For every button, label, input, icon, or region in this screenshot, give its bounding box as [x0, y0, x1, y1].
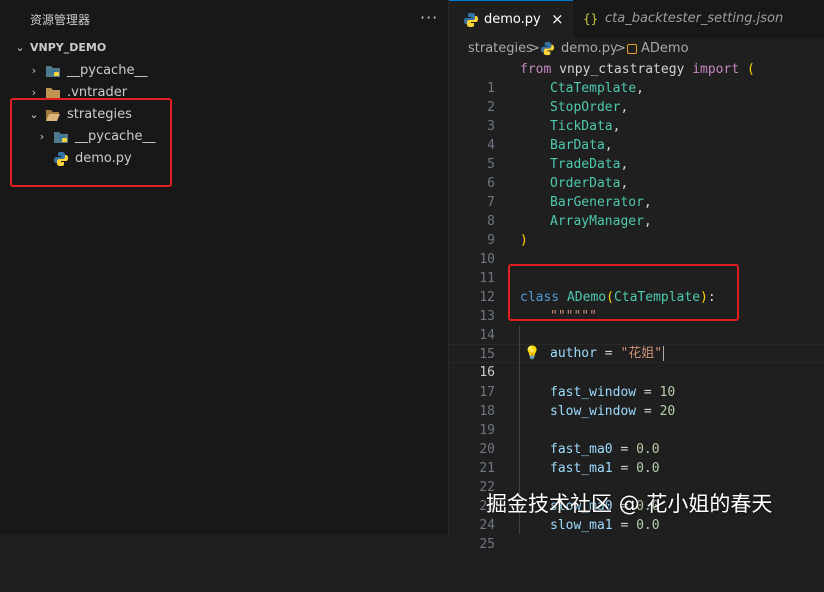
code-line: 10 ) [449, 231, 824, 267]
breadcrumb-file[interactable]: demo.py [561, 38, 618, 60]
string-value: "花姐" [620, 346, 663, 361]
annotation-box [10, 98, 172, 187]
variable-name: slow_ma1 [550, 518, 613, 533]
code-line: 8 BarGenerator, [449, 193, 824, 229]
import-name: TickData [550, 119, 613, 134]
comma: , [643, 214, 652, 229]
breadcrumb-separator: > [529, 41, 540, 56]
close-paren: ) [520, 233, 528, 248]
code-line: 15 [449, 326, 824, 362]
variable-name: author [550, 346, 597, 361]
equals: = [596, 346, 621, 361]
line-number: 25 [479, 537, 495, 552]
module-name: vnpy_ctastrategy [559, 62, 685, 77]
tree-root[interactable]: ⌄ VNPY_DEMO [0, 37, 448, 59]
number-value: 10 [659, 385, 676, 400]
breadcrumb-folder[interactable]: strategies [468, 38, 533, 60]
code-line: 19 slow_window = 20 [449, 402, 824, 438]
code-line: 25 slow_ma1 = 0.0 [449, 516, 824, 552]
variable-name: fast_window [550, 385, 637, 400]
code-line: 7 OrderData, [449, 174, 824, 210]
code-line: 2 CtaTemplate, [449, 79, 824, 115]
explorer-header: 资源管理器 ··· [0, 0, 449, 38]
code-line: 22 fast_ma1 = 0.0 [449, 459, 824, 495]
variable-name: slow_window [550, 404, 637, 419]
code-line: 9 ArrayManager, [449, 212, 824, 248]
equals: = [612, 442, 637, 457]
code-line: 5 BarData, [449, 136, 824, 172]
import-name: StopOrder [550, 100, 621, 115]
equals: = [636, 385, 660, 400]
more-actions-icon[interactable]: ··· [420, 8, 438, 27]
code-line: 17 [449, 364, 824, 400]
import-name: OrderData [550, 176, 621, 191]
tab-label: demo.py [484, 12, 541, 27]
text-cursor [663, 346, 665, 361]
code-line: 6 TradeData, [449, 155, 824, 191]
code-line: 4 TickData, [449, 117, 824, 153]
equals: = [636, 404, 660, 419]
import-name: CtaTemplate [550, 81, 637, 96]
code-line: 3 StopOrder, [449, 98, 824, 134]
import-name: TradeData [550, 157, 621, 172]
comma: , [612, 119, 621, 134]
import-name: BarGenerator [550, 195, 644, 210]
class-symbol-icon [627, 44, 637, 54]
code-line: 18 fast_window = 10 [449, 383, 824, 419]
tree-item-label: __pycache__ [67, 63, 148, 78]
number-value: 0.0 [636, 461, 660, 476]
comma: , [604, 138, 613, 153]
tab-bar: demo.py × {} cta_backtester_setting.json [449, 0, 824, 38]
equals: = [612, 518, 637, 533]
tab-demo-py[interactable]: demo.py × [449, 0, 573, 38]
chevron-down-icon: ⌄ [15, 41, 25, 54]
breadcrumb-separator: > [615, 41, 626, 56]
tab-cta-backtester-setting[interactable]: {} cta_backtester_setting.json [573, 0, 824, 38]
python-file-icon [540, 41, 555, 56]
comma: , [620, 176, 629, 191]
code-line: 21 fast_ma0 = 0.0 [449, 440, 824, 476]
number-value: 0.0 [636, 442, 660, 457]
json-icon: {} [583, 12, 599, 26]
variable-name: fast_ma1 [550, 461, 613, 476]
root-folder-label: VNPY_DEMO [30, 41, 107, 54]
breadcrumb: strategies > demo.py > ADemo [449, 38, 824, 60]
python-file-icon [464, 13, 478, 27]
variable-name: fast_ma0 [550, 442, 613, 457]
comma: , [620, 157, 629, 172]
equals: = [612, 461, 637, 476]
code-line: 1 from vnpy_ctastrategy import ( [449, 60, 824, 96]
lightbulb-icon[interactable]: 💡 [524, 344, 540, 363]
open-paren: ( [747, 62, 755, 77]
close-icon[interactable]: × [551, 0, 564, 38]
breadcrumb-symbol[interactable]: ADemo [641, 38, 689, 60]
keyword-import: import [692, 62, 740, 77]
number-value: 20 [659, 404, 676, 419]
number-value: 0.0 [636, 518, 660, 533]
tab-label: cta_backtester_setting.json [605, 11, 784, 26]
code-line: 20 [449, 421, 824, 457]
comma: , [643, 195, 652, 210]
code-line-current: 16 💡 author = "花姐" [449, 344, 824, 380]
chevron-right-icon: › [31, 64, 37, 77]
explorer-sidebar: 资源管理器 ··· ⌄ VNPY_DEMO › __pycache__ › .v… [0, 0, 449, 534]
editor-pane: demo.py × {} cta_backtester_setting.json… [449, 0, 824, 552]
keyword-from: from [520, 62, 552, 77]
comma: , [620, 100, 629, 115]
explorer-title: 资源管理器 [30, 13, 91, 27]
comma: , [636, 81, 644, 96]
import-name: ArrayManager [550, 214, 644, 229]
watermark: 掘金技术社区 @ 花小姐的春天 [486, 492, 773, 516]
import-name: BarData [550, 138, 605, 153]
annotation-box [508, 264, 739, 321]
tree-item-pycache[interactable]: › __pycache__ [0, 60, 448, 82]
python-folder-icon [46, 66, 60, 77]
